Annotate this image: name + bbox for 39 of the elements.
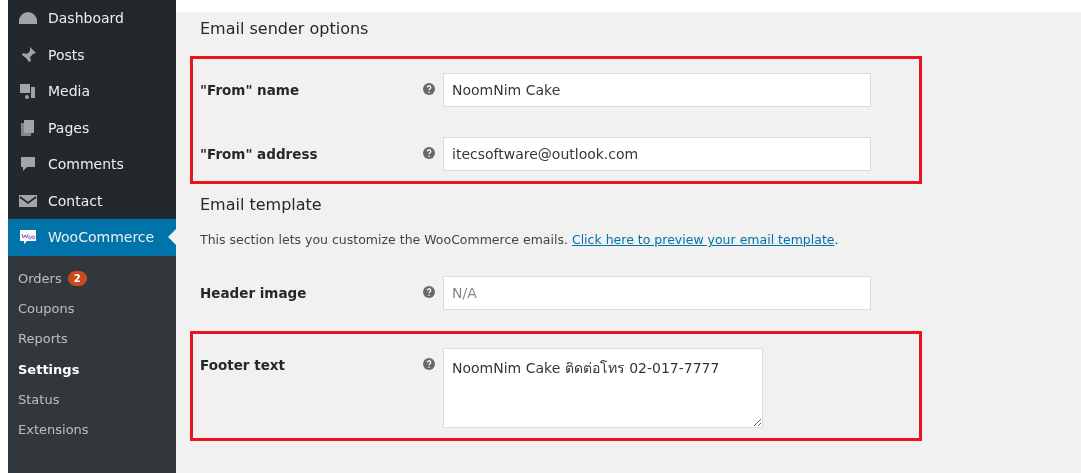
submenu-item[interactable]: Status [8,384,176,415]
submenu-item[interactable]: Orders 2 [8,263,176,294]
sidebar-item[interactable]: Comments [8,146,176,183]
submenu-label: Settings [18,361,80,377]
help-icon[interactable] [423,83,435,95]
submenu-item[interactable]: Coupons [8,293,176,324]
sidebar-item[interactable]: Dashboard [8,0,176,37]
field-label: Header image [200,284,308,301]
count-badge: 2 [67,271,87,287]
preview-link[interactable]: Click here to preview your email template [571,232,835,247]
sidebar-item[interactable]: Pages [8,109,176,146]
submenu-label: Extensions [18,422,89,438]
section-heading: Email template [200,194,323,216]
text-field[interactable]: N/A [443,276,871,310]
submenu-label: Orders [18,271,62,287]
section-description: This section lets you customize the WooCommerce emails. Click here to preview your email template. [200,232,840,247]
submenu-label: Reports [18,331,68,347]
text-field[interactable]: NoomNim Cake [443,73,871,107]
submenu-item[interactable]: Extensions [8,414,176,445]
text-area[interactable]: NoomNim Cake ติดต่อโทร 02-017-7777 [443,348,763,428]
mail-icon [18,192,38,209]
media-icon [18,81,38,102]
help-icon[interactable] [423,286,435,298]
submenu-label: Coupons [18,301,75,317]
submenu-item[interactable]: Settings [8,354,176,385]
field-label: "From" name [200,81,301,98]
sidebar-item[interactable]: WooCommerce [8,219,176,256]
field-label: Footer text [200,356,286,373]
sidebar-item[interactable]: Contact [8,182,176,219]
submenu-item[interactable]: Reports [8,323,176,355]
dashboard-icon [18,10,38,27]
sidebar-item[interactable]: Posts [8,36,176,73]
help-icon[interactable] [423,147,435,159]
sidebar-item[interactable]: Media [8,73,176,110]
field-label: "From" address [200,145,319,162]
submenu-label: Status [18,391,60,407]
section-heading: Email sender options [200,18,370,40]
help-icon[interactable] [423,358,435,370]
text-field[interactable]: itecsoftware@outlook.com [443,137,871,171]
